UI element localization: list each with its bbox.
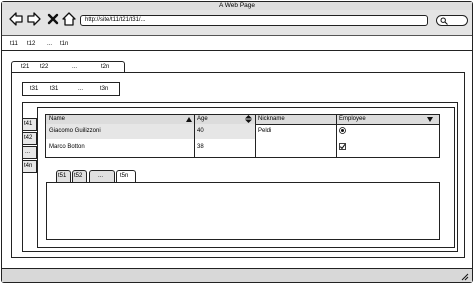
status-bar	[2, 268, 472, 282]
sort-up-icon[interactable]	[186, 117, 192, 122]
cell-age: 38	[197, 144, 204, 150]
tab-t3n[interactable]: t3n	[100, 86, 108, 92]
vtab-t4n[interactable]: t4n	[24, 163, 32, 169]
sort-down-icon[interactable]	[427, 117, 433, 122]
tab-t1n[interactable]: t1n	[60, 41, 68, 47]
top-tab-bar	[2, 37, 472, 51]
tab-t2n[interactable]: t2n	[101, 64, 109, 70]
tab-t22[interactable]: t22	[40, 64, 48, 70]
tab-ellipsis[interactable]: ...	[98, 173, 103, 179]
back-arrow-icon[interactable]	[9, 12, 23, 26]
forward-arrow-icon[interactable]	[27, 12, 41, 26]
vtab-t42[interactable]: t42	[24, 135, 32, 141]
resize-grip-icon[interactable]	[460, 272, 469, 281]
tab-t11[interactable]: t11	[10, 41, 18, 47]
window-title: A Web Page	[218, 2, 256, 9]
tab-ellipsis[interactable]: ...	[78, 86, 83, 92]
sort-updown-icon[interactable]	[245, 115, 252, 123]
col-header-age[interactable]: Age	[197, 116, 208, 122]
close-icon[interactable]	[46, 12, 60, 26]
col-header-employee[interactable]: Employee	[339, 116, 366, 122]
grid-col-divider	[336, 115, 337, 157]
cell-name: Giacomo Guilizzoni	[49, 128, 101, 134]
home-icon[interactable]	[62, 12, 76, 26]
vtab-ellipsis[interactable]: ...	[25, 149, 30, 155]
employee-checkbox[interactable]	[339, 143, 346, 150]
cell-nickname: Peldi	[258, 128, 272, 134]
search-icon	[440, 17, 448, 25]
col-header-nickname[interactable]: Nickname	[258, 116, 285, 122]
cell-age: 40	[197, 128, 204, 134]
tab-t31-second[interactable]: t31	[50, 86, 58, 92]
grid-col-divider	[194, 115, 195, 157]
tab-t52[interactable]: t52	[74, 173, 82, 179]
grid-col-divider	[255, 115, 256, 157]
tab-t12[interactable]: t12	[27, 41, 35, 47]
col-header-name[interactable]: Name	[49, 116, 65, 122]
cell-name: Marco Botton	[49, 144, 85, 150]
tab-t5n[interactable]: t5n	[120, 173, 128, 179]
tab-t51[interactable]: t51	[58, 173, 66, 179]
tab-t31[interactable]: t31	[30, 86, 38, 92]
vtab-t41[interactable]: t41	[24, 121, 32, 127]
tab-ellipsis[interactable]: ...	[72, 64, 77, 70]
grid-header	[46, 115, 439, 124]
tab-panel-5	[46, 182, 440, 240]
tab-ellipsis[interactable]: ...	[47, 41, 52, 47]
url-field[interactable]: http://site/t11/t21/t31/...	[80, 15, 428, 26]
tab-t21[interactable]: t21	[21, 64, 29, 70]
employee-radio[interactable]	[339, 127, 346, 134]
